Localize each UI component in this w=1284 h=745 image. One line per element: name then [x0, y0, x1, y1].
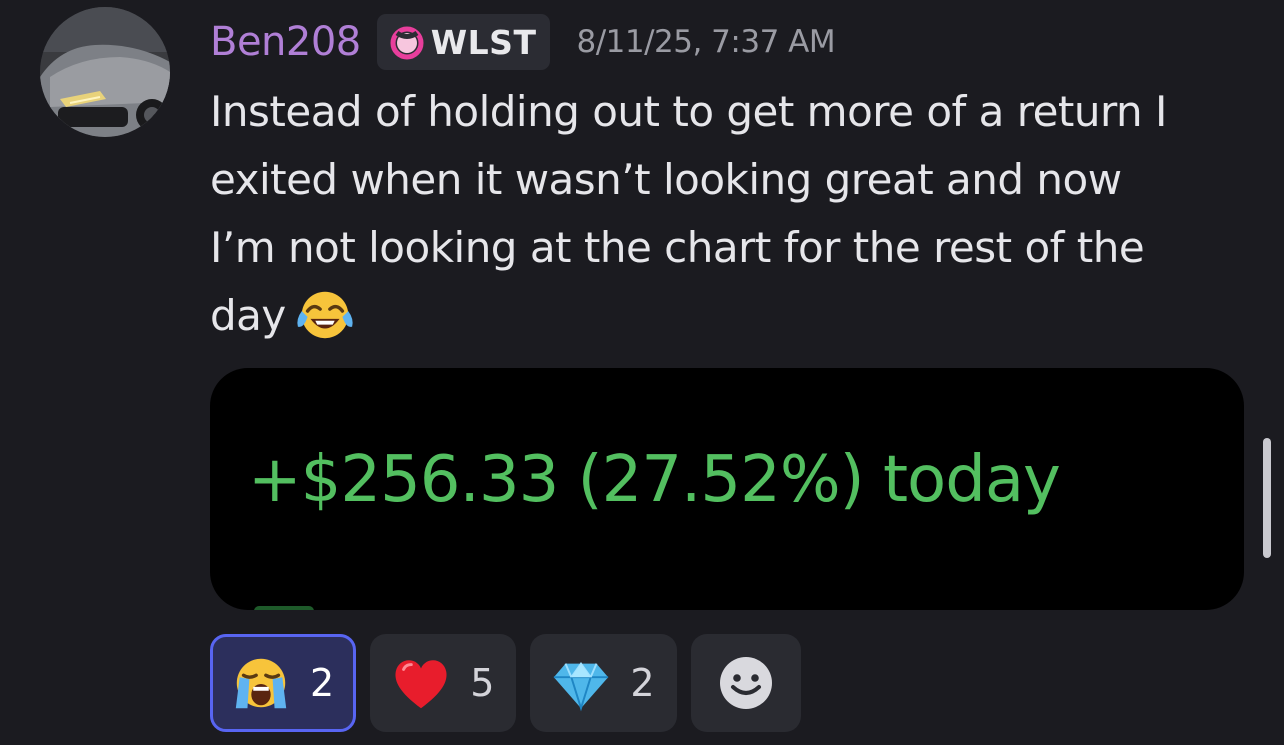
- add-reaction-button[interactable]: [690, 634, 801, 732]
- timestamp: 8/11/25, 7:37 AM: [576, 24, 836, 60]
- avatar[interactable]: [40, 7, 170, 137]
- chart-edge-decoration: [254, 606, 314, 610]
- scrollbar[interactable]: [1263, 438, 1271, 558]
- car-photo-avatar-icon: [40, 7, 170, 137]
- red-heart-emoji: [395, 660, 447, 709]
- reactions-bar: 2 5 2: [210, 634, 801, 732]
- reaction-loudly-crying[interactable]: 2: [210, 634, 357, 732]
- face-with-tears-of-joy-emoji: [297, 291, 353, 339]
- message-line-last: day: [210, 282, 1250, 350]
- crescent-badge-icon: [390, 26, 424, 60]
- message-line: exited when it wasn’t looking great and …: [210, 155, 1122, 204]
- gem-stone-emoji: [554, 661, 609, 712]
- message-content: Instead of holding out to get more of a …: [210, 78, 1250, 350]
- server-tag[interactable]: WLST: [376, 14, 551, 70]
- username[interactable]: Ben208: [210, 14, 361, 70]
- message-line: Instead of holding out to get more of a …: [210, 87, 1167, 136]
- message-header: Ben208 WLST 8/11/25, 7:37 AM: [210, 14, 836, 70]
- smiley-add-reaction-icon: [719, 657, 772, 709]
- reaction-count: 5: [470, 661, 495, 705]
- reaction-count: 2: [630, 661, 655, 705]
- message-line-text: day: [210, 291, 286, 340]
- chat-message: Ben208 WLST 8/11/25, 7:37 AM Instead of …: [0, 0, 1284, 745]
- image-attachment[interactable]: +$256.33 (27.52%) today: [210, 368, 1244, 610]
- reaction-count: 2: [310, 661, 335, 705]
- reaction-gem[interactable]: 2: [530, 634, 677, 732]
- message-line: I’m not looking at the chart for the res…: [210, 223, 1145, 272]
- server-tag-label: WLST: [430, 22, 537, 62]
- loudly-crying-face-emoji: [235, 658, 287, 709]
- attachment-profit-text: +$256.33 (27.52%) today: [248, 443, 1061, 517]
- reaction-heart[interactable]: 5: [370, 634, 517, 732]
